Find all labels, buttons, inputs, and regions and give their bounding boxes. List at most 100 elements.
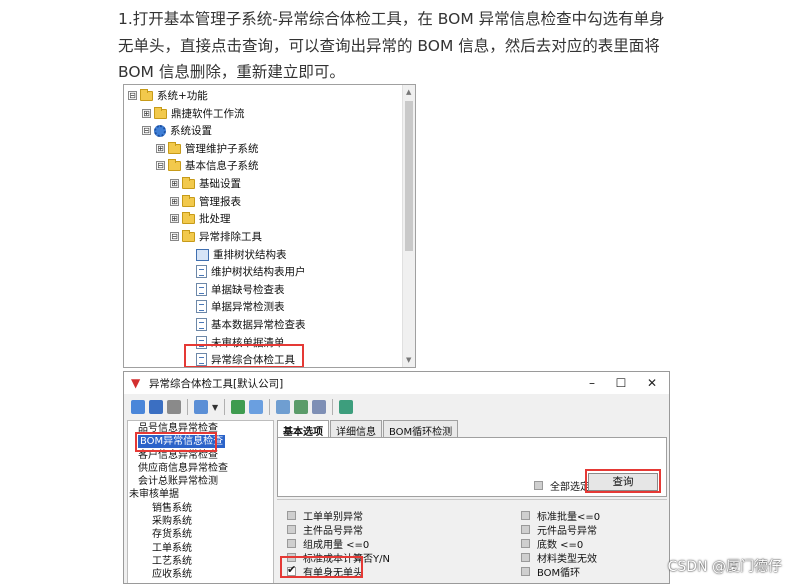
report-icon <box>196 318 207 331</box>
vertical-scrollbar[interactable]: ▲ ▼ <box>402 85 415 367</box>
dialog-toolbar: ▼ <box>124 396 669 418</box>
tree-node-root[interactable]: ⊟ 系统+功能 <box>128 87 208 104</box>
option-tabs: 基本选项 详细信息 BOM循环检测 <box>277 420 459 438</box>
table-icon <box>196 248 209 261</box>
scroll-down-icon[interactable]: ▼ <box>406 356 411 364</box>
category-item[interactable]: 采购系统 <box>152 515 192 528</box>
category-item[interactable]: 工单系统 <box>152 542 192 555</box>
tree-node-label: 鼎捷软件工作流 <box>171 108 245 120</box>
dropdown-arrow-icon[interactable]: ▼ <box>212 403 218 412</box>
toolbar-separator <box>224 399 226 415</box>
tree-node-label: 重排树状结构表 <box>213 249 287 261</box>
preview-icon[interactable] <box>249 400 264 414</box>
expand-all-icon[interactable] <box>276 400 291 414</box>
collapse-all-icon[interactable] <box>294 400 309 414</box>
select-all-option[interactable]: 全部选定 <box>534 478 590 493</box>
tree-node-workflow[interactable]: ⊞ 鼎捷软件工作流 <box>142 105 245 122</box>
maximize-button[interactable]: ☐ <box>606 372 636 394</box>
option-checkbox[interactable] <box>521 567 530 576</box>
folder-icon <box>182 211 195 224</box>
category-item[interactable]: 销售系统 <box>152 502 192 515</box>
exit-icon[interactable] <box>339 400 354 414</box>
category-item[interactable]: 应收系统 <box>152 568 192 581</box>
option-item[interactable]: BOM循环 <box>521 564 580 579</box>
category-item[interactable]: 工艺系统 <box>152 555 192 568</box>
tree-node-system-settings[interactable]: ⊟ 系统设置 <box>142 122 212 139</box>
tree-node-basic-info-subsystem[interactable]: ⊟ 基本信息子系统 <box>156 157 259 174</box>
tree-node-admin-subsystem[interactable]: ⊞ 管理维护子系统 <box>156 140 259 157</box>
option-label: 材料类型无效 <box>537 554 597 565</box>
scroll-up-icon[interactable]: ▲ <box>406 88 411 96</box>
edit-icon[interactable] <box>194 400 208 414</box>
select-all-checkbox[interactable] <box>534 481 543 490</box>
folder-icon <box>154 106 167 119</box>
filter-icon[interactable] <box>312 400 327 414</box>
options-pane: 基本选项 详细信息 BOM循环检测 全部选定 查询 工单单别异常 主件品号异常 … <box>277 420 669 583</box>
option-item[interactable]: 组成用量 <=0 <box>287 536 369 551</box>
save-icon[interactable] <box>149 400 163 414</box>
export-icon[interactable] <box>231 400 246 414</box>
expand-icon[interactable]: ⊞ <box>156 144 165 153</box>
option-item[interactable]: 底数 <=0 <box>521 536 583 551</box>
dialog-titlebar[interactable]: ▼ 异常综合体检工具[默认公司] – ☐ ✕ <box>124 372 669 394</box>
open-icon[interactable] <box>131 400 145 414</box>
tab-bom-loop[interactable]: BOM循环检测 <box>383 420 459 438</box>
category-item[interactable]: 供应商信息异常检查 <box>138 462 228 475</box>
option-checkbox[interactable] <box>287 539 296 548</box>
expand-icon[interactable]: ⊞ <box>170 214 179 223</box>
tree-node-basic-data-exceptions[interactable]: 基本数据异常检查表 <box>196 316 306 333</box>
option-item[interactable]: 主件品号异常 <box>287 522 363 537</box>
category-item[interactable]: 会计总账异常检测 <box>138 475 218 488</box>
option-label: 底数 <=0 <box>537 540 584 551</box>
option-item[interactable]: 元件品号异常 <box>521 522 597 537</box>
collapse-icon[interactable]: ⊟ <box>128 91 137 100</box>
category-item[interactable]: 未审核单据 <box>129 488 179 501</box>
tree-node-batch[interactable]: ⊞ 批处理 <box>170 210 231 227</box>
tree-node-basic-settings[interactable]: ⊞ 基础设置 <box>170 175 241 192</box>
tab-basic-options[interactable]: 基本选项 <box>277 420 329 438</box>
expand-icon[interactable]: ⊞ <box>170 197 179 206</box>
option-item[interactable]: 标准批量<=0 <box>521 508 600 523</box>
function-tree-panel[interactable]: ⊟ 系统+功能 ⊞ 鼎捷软件工作流 ⊟ 系统设置 ⊞ 管理维护子系统 ⊟ 基本信… <box>123 84 416 368</box>
tree-node-exception-tools[interactable]: ⊟ 异常排除工具 <box>170 228 262 245</box>
folder-icon <box>182 176 195 189</box>
option-checkbox[interactable] <box>521 511 530 520</box>
tree-node-label: 单据缺号检查表 <box>211 284 285 296</box>
toolbar-separator <box>187 399 188 415</box>
report-icon <box>196 283 207 296</box>
option-label: BOM循环 <box>537 568 581 579</box>
tree-node-label: 系统设置 <box>170 125 212 137</box>
expand-icon[interactable]: ⊞ <box>170 179 179 188</box>
option-label: 工单单别异常 <box>303 512 363 523</box>
report-icon <box>196 300 207 313</box>
tree-node-management-reports[interactable]: ⊞ 管理报表 <box>170 193 241 210</box>
option-item[interactable]: 工单单别异常 <box>287 508 363 523</box>
tree-node-missing-numbers[interactable]: 单据缺号检查表 <box>196 281 285 298</box>
tree-node-label: 系统+功能 <box>157 90 208 102</box>
tree-node-doc-exceptions[interactable]: 单据异常检测表 <box>196 298 285 315</box>
check-category-tree[interactable]: 品号信息异常检查 BOM异常信息检查 客户信息异常检查 供应商信息异常检查 会计… <box>127 420 274 583</box>
tree-node-label: 基本信息子系统 <box>185 160 259 172</box>
option-checkbox[interactable] <box>521 553 530 562</box>
option-checkbox[interactable] <box>287 511 296 520</box>
close-button[interactable]: ✕ <box>637 372 667 394</box>
tree-node-rebuild-tree[interactable]: 重排树状结构表 <box>196 246 287 263</box>
collapse-icon[interactable]: ⊟ <box>142 126 151 135</box>
scroll-thumb[interactable] <box>405 101 413 251</box>
collapse-icon[interactable]: ⊟ <box>170 232 179 241</box>
collapse-icon[interactable]: ⊟ <box>156 161 165 170</box>
tree-node-maintain-tree-users[interactable]: 维护树状结构表用户 <box>196 263 306 280</box>
option-checkbox[interactable] <box>521 525 530 534</box>
expand-icon[interactable]: ⊞ <box>142 109 151 118</box>
option-checkbox[interactable] <box>287 525 296 534</box>
option-checkbox[interactable] <box>521 539 530 548</box>
category-item[interactable]: 存货系统 <box>152 528 192 541</box>
tree-node-label: 维护树状结构表用户 <box>211 266 306 278</box>
option-item[interactable]: 材料类型无效 <box>521 550 597 565</box>
tab-details[interactable]: 详细信息 <box>330 420 382 438</box>
folder-icon <box>168 141 181 154</box>
tree-node-label: 管理报表 <box>199 196 241 208</box>
minimize-button[interactable]: – <box>577 372 607 394</box>
delete-icon[interactable] <box>167 400 181 414</box>
check-options: 工单单别异常 主件品号异常 组成用量 <=0 标准成本计算否Y/N 有单身无单头… <box>277 499 667 583</box>
